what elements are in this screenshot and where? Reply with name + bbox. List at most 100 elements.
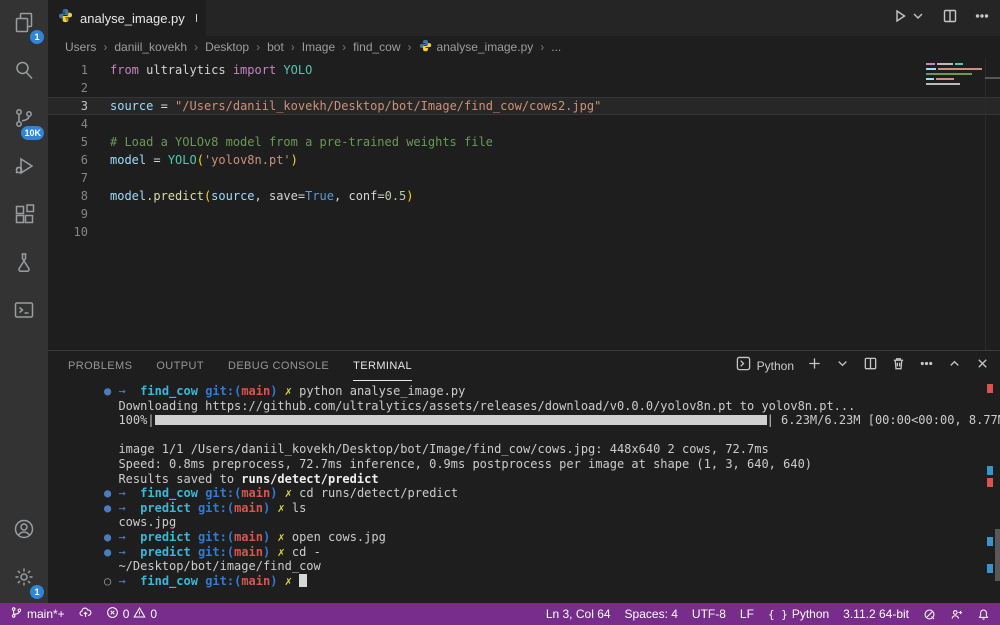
scm-badge: 10K bbox=[21, 126, 44, 140]
terminal-line: ● → predict git:(main) ✗ cd - bbox=[104, 545, 1000, 560]
branch-label: main*+ bbox=[27, 607, 65, 621]
notifications-bell-icon[interactable] bbox=[977, 603, 990, 625]
scrollbar-cursor-mark bbox=[985, 77, 1000, 79]
code-line-7[interactable]: 7 bbox=[48, 169, 1000, 187]
accounts-button[interactable] bbox=[0, 507, 48, 555]
source-control-button[interactable]: 10K bbox=[0, 96, 48, 144]
chevron-right-icon: › bbox=[256, 40, 260, 54]
code-line-10[interactable]: 10 bbox=[48, 223, 1000, 241]
code-line-9[interactable]: 9 bbox=[48, 205, 1000, 223]
problems-status[interactable]: 0 0 bbox=[106, 603, 157, 625]
breadcrumb-bot[interactable]: bot bbox=[267, 40, 284, 54]
activity-bar: 1 10K 1 bbox=[0, 0, 48, 603]
feedback-icon[interactable] bbox=[950, 603, 963, 625]
tab-terminal[interactable]: TERMINAL bbox=[353, 351, 412, 381]
extensions-button[interactable] bbox=[0, 192, 48, 240]
breadcrumb-file[interactable]: analyse_image.py bbox=[419, 39, 534, 55]
sync-status[interactable] bbox=[79, 603, 92, 625]
breadcrumb-daniil-kovekh[interactable]: daniil_kovekh bbox=[114, 40, 187, 54]
search-button[interactable] bbox=[0, 48, 48, 96]
run-debug-button[interactable] bbox=[0, 144, 48, 192]
formatter-disabled-icon[interactable] bbox=[923, 603, 936, 625]
warning-count: 0 bbox=[150, 607, 157, 621]
chevron-right-icon: › bbox=[540, 40, 544, 54]
line-number: 10 bbox=[48, 223, 88, 241]
indent-status[interactable]: Spaces: 4 bbox=[625, 603, 678, 625]
tab-analyse-image[interactable]: analyse_image.py bbox=[48, 0, 206, 36]
editor-scrollbar[interactable] bbox=[985, 58, 1000, 350]
code-line-2[interactable]: 2 bbox=[48, 79, 1000, 97]
python-file-icon bbox=[419, 39, 432, 55]
terminal-line: Downloading https://github.com/ultralyti… bbox=[104, 399, 1000, 414]
language-label: Python bbox=[792, 607, 829, 621]
tab-problems[interactable]: PROBLEMS bbox=[68, 351, 132, 381]
chevron-right-icon: › bbox=[103, 40, 107, 54]
line-content: from ultralytics import YOLO bbox=[88, 61, 312, 79]
breadcrumb-find-cow[interactable]: find_cow bbox=[353, 40, 400, 54]
terminal-cursor bbox=[299, 574, 307, 587]
breadcrumb-image[interactable]: Image bbox=[302, 40, 335, 54]
code-line-6[interactable]: 6model = YOLO('yolov8n.pt') bbox=[48, 151, 1000, 169]
bottom-panel: PROBLEMS OUTPUT DEBUG CONSOLE TERMINAL P… bbox=[48, 350, 1000, 603]
panel-more-actions-button[interactable] bbox=[919, 356, 934, 376]
code-line-1[interactable]: 1from ultralytics import YOLO bbox=[48, 61, 1000, 79]
tab-output[interactable]: OUTPUT bbox=[156, 351, 204, 381]
minimap[interactable] bbox=[926, 61, 984, 101]
cursor-position-status[interactable]: Ln 3, Col 64 bbox=[546, 603, 611, 625]
split-terminal-button[interactable] bbox=[863, 356, 878, 376]
code-line-5[interactable]: 5# Load a YOLOv8 model from a pre-traine… bbox=[48, 133, 1000, 151]
terminal-content[interactable]: ● → find_cow git:(main) ✗ python analyse… bbox=[48, 381, 1000, 603]
terminal-line: ~/Desktop/bot/image/find_cow bbox=[104, 559, 1000, 574]
tab-debug-console[interactable]: DEBUG CONSOLE bbox=[228, 351, 329, 381]
python-file-icon bbox=[58, 8, 73, 28]
line-number: 1 bbox=[48, 61, 88, 79]
breadcrumb: Users › daniil_kovekh › Desktop › bot › Imag… bbox=[48, 36, 1000, 58]
testing-button[interactable] bbox=[0, 240, 48, 288]
play-icon bbox=[892, 8, 908, 29]
account-icon bbox=[12, 517, 36, 546]
code-line-8[interactable]: 8model.predict(source, save=True, conf=0… bbox=[48, 187, 1000, 205]
kill-terminal-button[interactable] bbox=[891, 356, 906, 376]
tab-bar: analyse_image.py bbox=[48, 0, 1000, 36]
line-content bbox=[88, 205, 110, 223]
editor-actions bbox=[892, 0, 990, 36]
terminal-line: ● → find_cow git:(main) ✗ python analyse… bbox=[104, 384, 1000, 399]
explorer-badge: 1 bbox=[30, 30, 44, 44]
breadcrumb-users[interactable]: Users bbox=[65, 40, 96, 54]
code-editor[interactable]: 1from ultralytics import YOLO23source = … bbox=[48, 58, 1000, 350]
python-interpreter-status[interactable]: 3.11.2 64-bit bbox=[843, 603, 909, 625]
eol-status[interactable]: LF bbox=[740, 603, 754, 625]
launch-profile-chevron-icon[interactable] bbox=[835, 356, 850, 376]
close-panel-button[interactable] bbox=[975, 356, 990, 376]
remote-terminal-button[interactable] bbox=[0, 288, 48, 336]
chevron-down-icon[interactable] bbox=[910, 8, 926, 29]
code-line-4[interactable]: 4 bbox=[48, 115, 1000, 133]
terminal-line: ● → predict git:(main) ✗ ls bbox=[104, 501, 1000, 516]
terminal-line: Results saved to runs/detect/predict bbox=[104, 472, 1000, 487]
shell-selector[interactable]: Python bbox=[736, 356, 794, 376]
line-number: 2 bbox=[48, 79, 88, 97]
line-number: 8 bbox=[48, 187, 88, 205]
terminal-scrollbar-thumb[interactable] bbox=[995, 529, 1000, 581]
run-python-file-button[interactable] bbox=[892, 8, 926, 29]
new-terminal-button[interactable] bbox=[807, 356, 822, 376]
breadcrumb-symbol-picker[interactable]: ... bbox=[551, 40, 561, 54]
line-content: # Load a YOLOv8 model from a pre-trained… bbox=[88, 133, 493, 151]
code-line-3[interactable]: 3source = "/Users/daniil_kovekh/Desktop/… bbox=[48, 97, 1000, 115]
settings-button[interactable]: 1 bbox=[0, 555, 48, 603]
extensions-icon bbox=[12, 202, 36, 231]
split-editor-button[interactable] bbox=[942, 8, 958, 29]
explorer-button[interactable]: 1 bbox=[0, 0, 48, 48]
maximize-panel-button[interactable] bbox=[947, 356, 962, 376]
more-actions-button[interactable] bbox=[974, 8, 990, 29]
warning-icon bbox=[133, 606, 146, 622]
branch-status[interactable]: main*+ bbox=[10, 603, 65, 625]
breadcrumb-desktop[interactable]: Desktop bbox=[205, 40, 249, 54]
git-branch-icon bbox=[10, 606, 23, 622]
terminal-line: Speed: 0.8ms preprocess, 72.7ms inferenc… bbox=[104, 457, 1000, 472]
language-status[interactable]: { } Python bbox=[768, 603, 829, 625]
terminal-icon bbox=[12, 298, 36, 327]
flask-icon bbox=[12, 250, 36, 279]
chevron-right-icon: › bbox=[194, 40, 198, 54]
encoding-status[interactable]: UTF-8 bbox=[692, 603, 726, 625]
